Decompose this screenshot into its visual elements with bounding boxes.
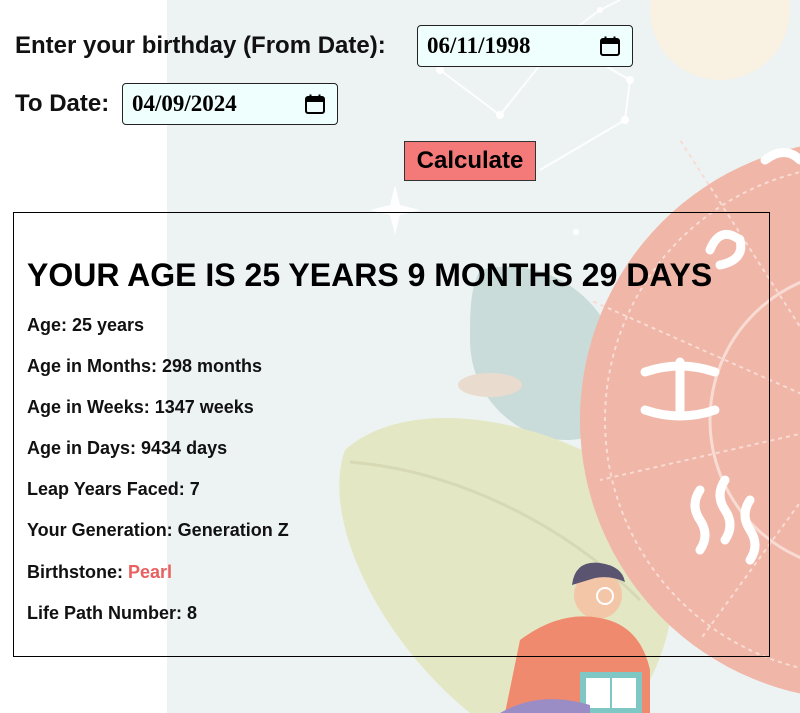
leap-years: Leap Years Faced: 7 <box>27 479 200 499</box>
result-panel: YOUR AGE IS 25 YEARS 9 MONTHS 29 DAYS Ag… <box>13 212 770 657</box>
calendar-icon[interactable] <box>304 93 326 115</box>
to-date-row: To Date: <box>15 89 109 119</box>
age-years: Age: 25 years <box>27 315 145 335</box>
birthstone: Birthstone: Pearl <box>27 562 172 583</box>
life-path-number: Life Path Number: 8 <box>27 603 198 623</box>
age-headline: YOUR AGE IS 25 YEARS 9 MONTHS 29 DAYS <box>27 257 713 293</box>
from-date-label: Enter your birthday (From Date): <box>15 32 386 59</box>
to-date-input[interactable]: 04/09/2024 <box>122 83 338 125</box>
to-date-value: 04/09/2024 <box>132 91 237 116</box>
calculate-button[interactable]: Calculate <box>404 141 536 181</box>
age-days: Age in Days: 9434 days <box>27 438 228 458</box>
from-date-value: 06/11/1998 <box>427 33 531 58</box>
from-date-input[interactable]: 06/11/1998 <box>417 25 633 67</box>
age-weeks: Age in Weeks: 1347 weeks <box>27 397 254 417</box>
calendar-icon[interactable] <box>599 35 621 57</box>
to-date-label: To Date: <box>15 90 110 117</box>
birthstone-value: Pearl <box>128 562 173 582</box>
birthstone-label: Birthstone: <box>27 562 128 582</box>
generation: Your Generation: Generation Z <box>27 520 289 540</box>
age-months: Age in Months: 298 months <box>27 356 263 376</box>
from-date-row: Enter your birthday (From Date): <box>15 31 386 61</box>
